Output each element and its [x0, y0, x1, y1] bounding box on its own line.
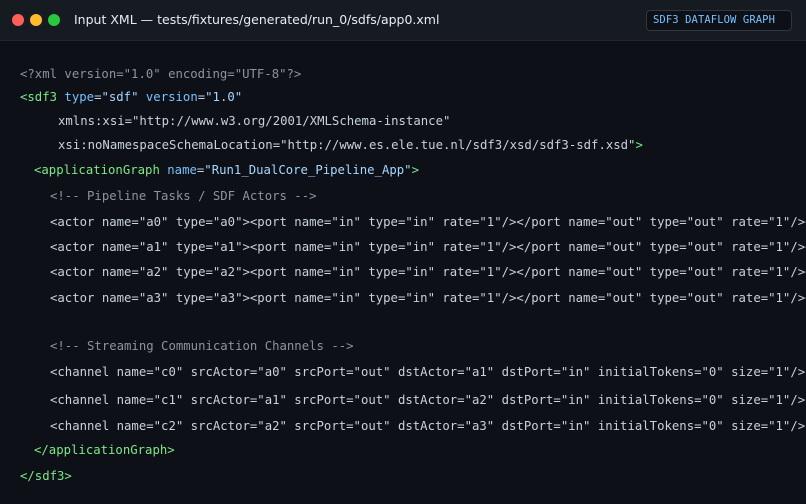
code-token: name: [159, 163, 197, 177]
code-token: </applicationGraph>: [34, 443, 175, 457]
code-token: "sdf": [101, 90, 139, 104]
code-token: <actor name="a1" type="a1"><port name="i…: [50, 240, 806, 254]
code-line: <!-- Pipeline Tasks / SDF Actors -->: [50, 188, 317, 204]
zoom-window-button[interactable]: [48, 14, 60, 26]
code-token: <channel name="c1" srcActor="a1" srcPort…: [50, 393, 806, 407]
code-token: "1.0": [205, 90, 243, 104]
code-line: xmlns:xsi="http://www.w3.org/2001/XMLSch…: [58, 113, 450, 129]
code-line: <!-- Streaming Communication Channels --…: [50, 338, 354, 354]
code-token: <actor name="a2" type="a2"><port name="i…: [50, 265, 806, 279]
code-line: <channel name="c0" srcActor="a0" srcPort…: [50, 364, 805, 380]
window-title: Input XML — tests/fixtures/generated/run…: [74, 12, 440, 27]
code-line: <?xml version="1.0" encoding="UTF-8"?>: [20, 66, 301, 82]
code-token: xsi:noNamespaceSchemaLocation="http://ww…: [58, 138, 636, 152]
code-token: <channel name="c2" srcActor="a2" srcPort…: [50, 419, 806, 433]
code-token: version: [138, 90, 198, 104]
code-line: <applicationGraph name="Run1_DualCore_Pi…: [34, 162, 419, 178]
code-token: </sdf3>: [20, 469, 72, 483]
code-line: <channel name="c2" srcActor="a2" srcPort…: [50, 418, 805, 434]
close-window-button[interactable]: [12, 14, 24, 26]
code-token: <!-- Pipeline Tasks / SDF Actors -->: [50, 189, 317, 203]
code-token: >: [635, 138, 643, 152]
xml-code-view[interactable]: <?xml version="1.0" encoding="UTF-8"?> <s…: [0, 40, 806, 504]
code-line: </applicationGraph>: [34, 442, 175, 458]
title-bar: Input XML — tests/fixtures/generated/run…: [0, 0, 806, 41]
code-line: <sdf3 type="sdf" version="1.0": [20, 89, 242, 105]
code-line: <actor name="a3" type="a3"><port name="i…: [50, 290, 806, 306]
code-line: </sdf3>: [20, 468, 72, 484]
code-line: <channel name="c1" srcActor="a1" srcPort…: [50, 392, 805, 408]
graph-type-badge: SDF3 DATAFLOW GRAPH: [646, 10, 792, 31]
code-token: <channel name="c0" srcActor="a0" srcPort…: [50, 365, 806, 379]
code-token: <actor name="a0" type="a0"><port name="i…: [50, 215, 806, 229]
code-token: >: [411, 163, 419, 177]
code-token: <sdf3: [20, 90, 58, 104]
code-token: xmlns:xsi="http://www.w3.org/2001/XMLSch…: [58, 114, 451, 128]
code-token: <actor name="a3" type="a3"><port name="i…: [50, 291, 806, 305]
code-token: "Run1_DualCore_Pipeline_App": [204, 163, 412, 177]
code-line: <actor name="a0" type="a0"><port name="i…: [50, 214, 806, 230]
code-token: <applicationGraph: [34, 163, 160, 177]
code-line: <actor name="a2" type="a2"><port name="i…: [50, 264, 806, 280]
code-token: <?xml version="1.0" encoding="UTF-8"?>: [20, 67, 302, 81]
xml-viewer-window: Input XML — tests/fixtures/generated/run…: [0, 0, 806, 504]
minimize-window-button[interactable]: [30, 14, 42, 26]
code-token: <!-- Streaming Communication Channels --…: [50, 339, 354, 353]
code-line: <actor name="a1" type="a1"><port name="i…: [50, 239, 806, 255]
code-line: xsi:noNamespaceSchemaLocation="http://ww…: [58, 137, 643, 153]
code-token: type: [57, 90, 95, 104]
